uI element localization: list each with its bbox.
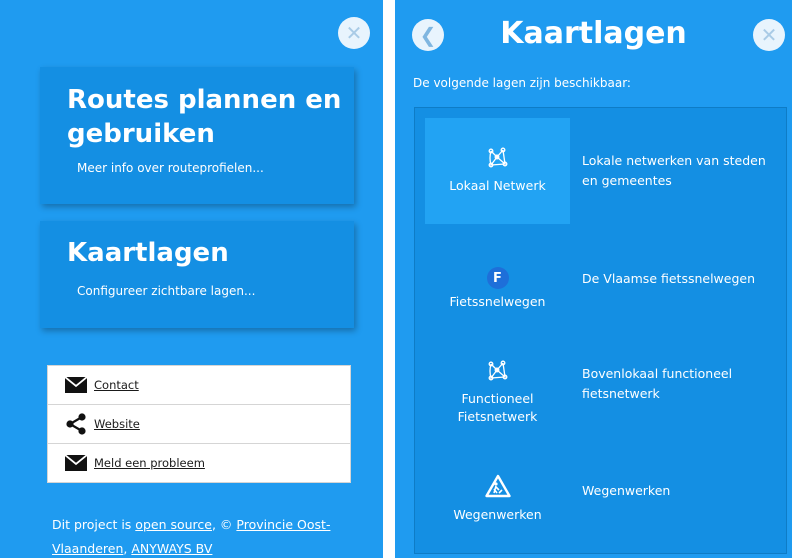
- close-icon: ✕: [345, 21, 363, 45]
- provincie-link-part2[interactable]: Vlaanderen: [52, 541, 123, 556]
- share-icon: [64, 413, 88, 435]
- close-button[interactable]: ✕: [338, 17, 370, 49]
- envelope-icon: [64, 375, 88, 395]
- open-source-link[interactable]: open source: [135, 517, 212, 532]
- contact-link-row[interactable]: Contact: [48, 366, 350, 405]
- menu-panel: ✕ Routes plannen en gebruiken Meer info …: [0, 0, 383, 558]
- layer-description: De Vlaamse fietssnelwegen: [582, 271, 756, 286]
- envelope-icon: [64, 453, 88, 473]
- network-icon: [487, 360, 509, 386]
- routes-card-title: Routes plannen en gebruiken: [67, 85, 342, 149]
- f-badge-icon: F: [486, 267, 509, 289]
- layer-name: Wegenwerken: [453, 507, 542, 522]
- layer-description: Bovenlokaal functioneel fietsnetwerk: [582, 366, 733, 401]
- website-link[interactable]: Website: [94, 417, 140, 431]
- layer-toggle-lokaal-netwerk[interactable]: Lokaal Netwerk: [425, 118, 570, 224]
- anyways-link[interactable]: ANYWAYS BV: [131, 541, 212, 556]
- layer-toggle-fietssnelwegen[interactable]: F Fietssnelwegen: [425, 236, 570, 342]
- roadworks-sign-icon: [484, 474, 511, 502]
- layer-toggle-wegenwerken[interactable]: Wegenwerken: [425, 446, 570, 552]
- layer-description: Wegenwerken: [582, 483, 671, 498]
- close-icon: ✕: [760, 23, 778, 47]
- layer-toggle-functioneel-fietsnetwerk[interactable]: Functioneel Fietsnetwerk: [425, 340, 570, 446]
- kaartlagen-card-link: Configureer zichtbare lagen...: [77, 284, 256, 298]
- kaartlagen-card-title: Kaartlagen: [67, 238, 229, 268]
- layer-name: Fietssnelwegen: [449, 294, 546, 309]
- provincie-link-part1[interactable]: Provincie Oost-: [236, 517, 330, 532]
- intro-text: De volgende lagen zijn beschikbaar:: [413, 76, 631, 90]
- layer-name: Functioneel Fietsnetwerk: [457, 391, 538, 424]
- report-problem-link-row[interactable]: Meld een probleem: [48, 444, 350, 482]
- layers-panel: ❮ Kaartlagen ✕ De volgende lagen zijn be…: [395, 0, 792, 558]
- network-icon: [487, 147, 509, 173]
- website-link-row[interactable]: Website: [48, 405, 350, 444]
- layer-description: Lokale netwerken van steden en gemeentes: [582, 153, 766, 188]
- kaartlagen-card[interactable]: Kaartlagen Configureer zichtbare lagen..…: [40, 221, 354, 328]
- layers-list: Lokaal Netwerk Lokale netwerken van sted…: [414, 107, 787, 554]
- layer-name: Lokaal Netwerk: [449, 178, 546, 193]
- routes-card-link: Meer info over routeprofielen...: [77, 161, 264, 175]
- footer-credits: Dit project is open source, © Provincie …: [52, 517, 331, 556]
- links-list: Contact Website Meld een probleem: [47, 365, 351, 483]
- page-title: Kaartlagen: [500, 16, 687, 51]
- close-button[interactable]: ✕: [753, 19, 785, 51]
- routes-card[interactable]: Routes plannen en gebruiken Meer info ov…: [40, 67, 354, 204]
- report-problem-link[interactable]: Meld een probleem: [94, 456, 205, 470]
- contact-link[interactable]: Contact: [94, 378, 139, 392]
